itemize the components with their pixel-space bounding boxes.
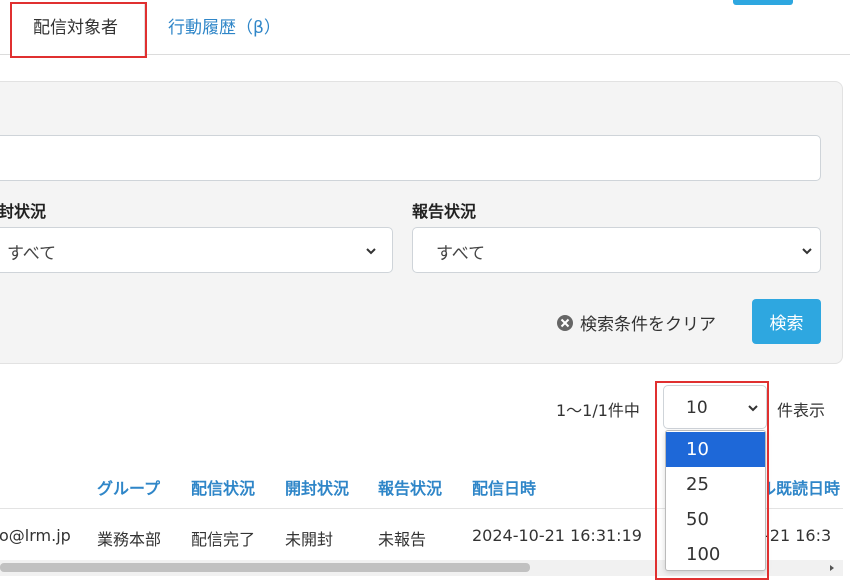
cell-email: o@lrm.jp bbox=[0, 526, 71, 545]
open-status-select[interactable]: すべて bbox=[0, 227, 393, 273]
col-header-read-at[interactable]: ル既読日時 bbox=[760, 475, 840, 499]
tab-activity-history[interactable]: 行動履歴（β） bbox=[168, 18, 281, 38]
col-header-open-status[interactable]: 開封状況 bbox=[285, 475, 349, 499]
tab-recipients[interactable]: 配信対象者 bbox=[33, 18, 118, 38]
open-status-label: 封状況 bbox=[0, 202, 47, 221]
clear-conditions-link[interactable]: 検索条件をクリア bbox=[556, 310, 716, 335]
cell-open: 未開封 bbox=[285, 530, 334, 549]
open-status-value: すべて bbox=[7, 244, 57, 264]
chevron-down-icon bbox=[366, 248, 376, 255]
report-status-select[interactable]: すべて bbox=[412, 227, 821, 273]
per-page-suffix: 件表示 bbox=[777, 401, 826, 420]
per-page-highlight-outline bbox=[655, 381, 769, 580]
search-button[interactable]: 検索 bbox=[752, 299, 821, 344]
scrollbar-thumb[interactable] bbox=[0, 563, 530, 572]
col-header-delivery-status[interactable]: 配信状況 bbox=[191, 475, 255, 499]
report-status-value: すべて bbox=[436, 244, 486, 264]
clear-conditions-label: 検索条件をクリア bbox=[580, 315, 716, 335]
cell-group: 業務本部 bbox=[97, 530, 162, 549]
pagination-summary: 1〜1/1件中 bbox=[556, 401, 640, 420]
clear-circle-x-icon bbox=[557, 314, 573, 331]
cell-delivery: 配信完了 bbox=[191, 530, 256, 549]
chevron-down-icon bbox=[802, 248, 812, 255]
col-header-group[interactable]: グループ bbox=[97, 475, 160, 499]
cell-read-at: -21 16:3 bbox=[764, 526, 832, 545]
report-status-label: 報告状況 bbox=[412, 202, 477, 221]
col-header-report-status[interactable]: 報告状況 bbox=[378, 475, 442, 499]
cell-report: 未報告 bbox=[378, 530, 427, 549]
cell-sent-at: 2024-10-21 16:31:19 bbox=[472, 526, 642, 545]
scroll-right-arrow-icon[interactable] bbox=[828, 564, 836, 572]
top-action-button[interactable] bbox=[733, 0, 793, 5]
col-header-sent-at[interactable]: 配信日時 bbox=[472, 475, 536, 499]
keyword-input[interactable] bbox=[0, 135, 821, 181]
search-panel bbox=[0, 81, 843, 364]
